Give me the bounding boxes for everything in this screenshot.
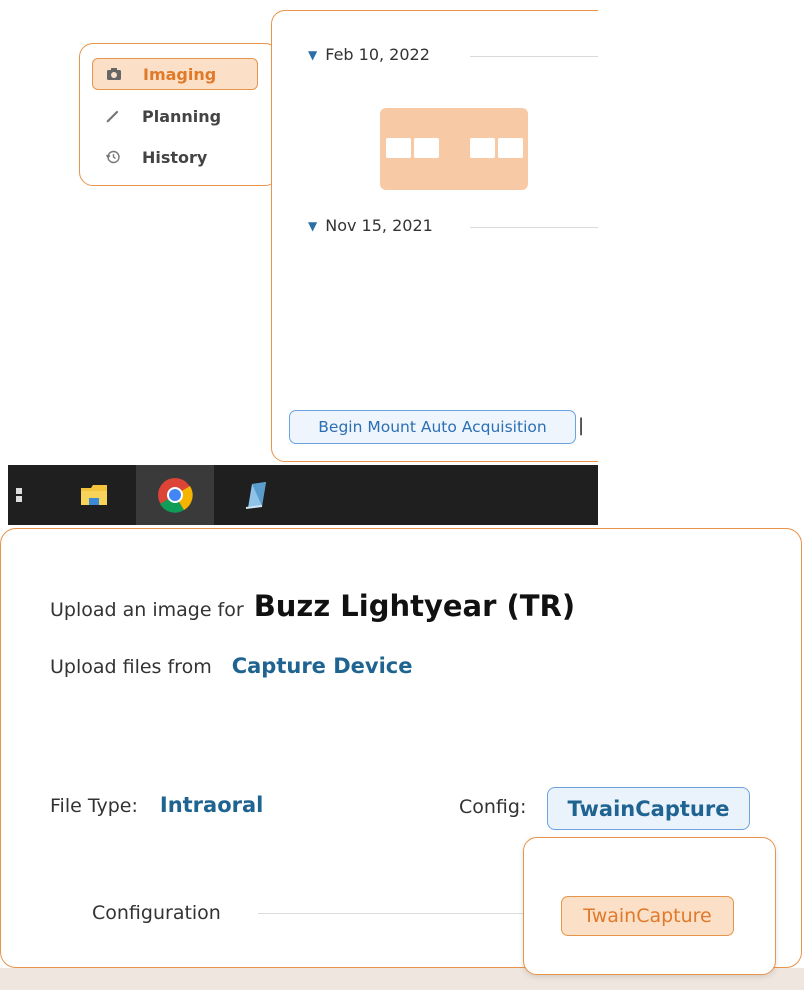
timeline-entry[interactable]: ▼ Feb 10, 2022 bbox=[308, 45, 430, 64]
timeline-divider bbox=[470, 227, 598, 228]
chrome-icon[interactable] bbox=[136, 465, 214, 525]
upload-from-label: Upload files from bbox=[50, 656, 212, 678]
mount-thumbnail[interactable] bbox=[380, 108, 528, 190]
file-type-label: File Type: bbox=[50, 795, 138, 817]
file-type-link[interactable]: Intraoral bbox=[160, 793, 263, 817]
timeline-clip: ▼ Feb 10, 2022 ▼ Nov 15, 2021 Begin Moun… bbox=[0, 0, 598, 465]
patient-name: Buzz Lightyear (TR) bbox=[253, 589, 576, 623]
configuration-divider bbox=[258, 913, 530, 914]
config-label: Config: bbox=[459, 796, 527, 818]
file-explorer-icon[interactable] bbox=[66, 465, 122, 525]
separator: | bbox=[578, 415, 585, 436]
config-option-twaincapture[interactable]: TwainCapture bbox=[561, 896, 734, 936]
upload-heading: Upload an image for Buzz Lightyear (TR) bbox=[50, 589, 575, 623]
thumbnail-slot bbox=[414, 138, 439, 158]
file-type-row: File Type: Intraoral bbox=[50, 793, 263, 817]
begin-mount-auto-acquisition-button[interactable]: Begin Mount Auto Acquisition bbox=[289, 410, 576, 444]
timeline-date: Feb 10, 2022 bbox=[325, 45, 430, 64]
configuration-label: Configuration bbox=[92, 902, 221, 924]
upload-from-row: Upload files from Capture Device bbox=[50, 654, 413, 678]
taskbar bbox=[8, 465, 598, 525]
collapse-triangle-icon[interactable]: ▼ bbox=[308, 219, 317, 233]
thumbnail-slot bbox=[470, 138, 495, 158]
windows-start-icon[interactable] bbox=[8, 465, 38, 525]
timeline-date: Nov 15, 2021 bbox=[325, 216, 433, 235]
timeline-entry[interactable]: ▼ Nov 15, 2021 bbox=[308, 216, 433, 235]
timeline-card: ▼ Feb 10, 2022 ▼ Nov 15, 2021 Begin Moun… bbox=[271, 10, 598, 462]
timeline-divider bbox=[470, 56, 598, 57]
config-button[interactable]: TwainCapture bbox=[547, 787, 750, 830]
thumbnail-slot bbox=[386, 138, 411, 158]
upload-prefix: Upload an image for bbox=[50, 599, 244, 621]
app-icon[interactable] bbox=[228, 465, 284, 525]
thumbnail-slot bbox=[498, 138, 523, 158]
upload-source-link[interactable]: Capture Device bbox=[232, 654, 413, 678]
collapse-triangle-icon[interactable]: ▼ bbox=[308, 48, 317, 62]
